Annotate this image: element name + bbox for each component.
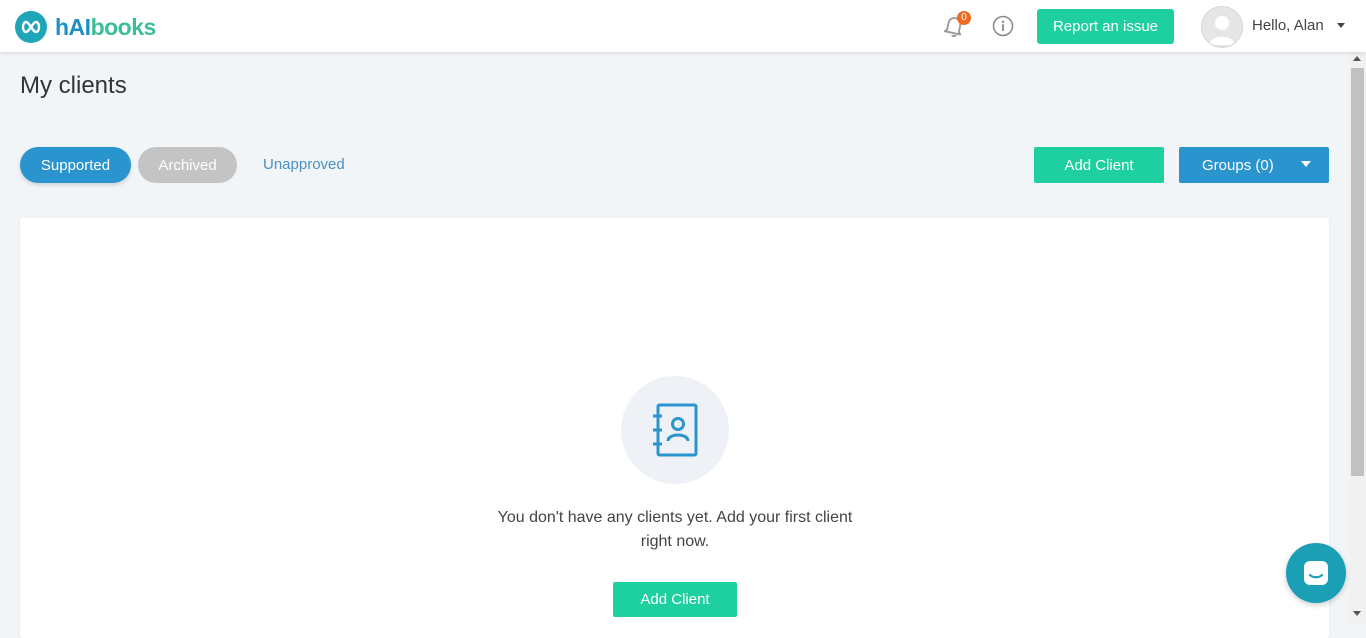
empty-state-icon-circle [621,376,729,484]
user-avatar[interactable] [1201,6,1243,48]
scrollbar-thumb[interactable] [1351,68,1364,476]
add-client-empty-state-button[interactable]: Add Client [613,582,737,617]
chat-launcher-icon[interactable] [1286,543,1346,603]
notification-count-badge: 0 [957,11,971,25]
tab-archived[interactable]: Archived [138,147,237,183]
logo-wordmark: hAIbooks [55,13,156,40]
page-title: My clients [20,72,127,99]
scroll-down-arrow-icon[interactable] [1353,611,1361,616]
top-header: hAIbooks 0 Report an issue Hello, Alan [0,0,1366,52]
app-logo[interactable]: hAIbooks [15,10,156,44]
add-client-button[interactable]: Add Client [1034,147,1164,183]
infinity-logo-icon [15,11,47,43]
user-greeting[interactable]: Hello, Alan [1252,17,1324,34]
report-issue-button[interactable]: Report an issue [1037,9,1174,44]
tab-unapproved[interactable]: Unapproved [263,156,345,173]
scroll-up-arrow-icon[interactable] [1353,56,1361,61]
contact-book-icon [653,403,698,457]
info-icon[interactable] [992,15,1014,37]
empty-state-message: You don't have any clients yet. Add your… [497,509,853,550]
tab-supported[interactable]: Supported [20,147,131,183]
user-menu-caret-icon[interactable] [1337,23,1345,28]
groups-caret-icon[interactable] [1301,161,1311,167]
